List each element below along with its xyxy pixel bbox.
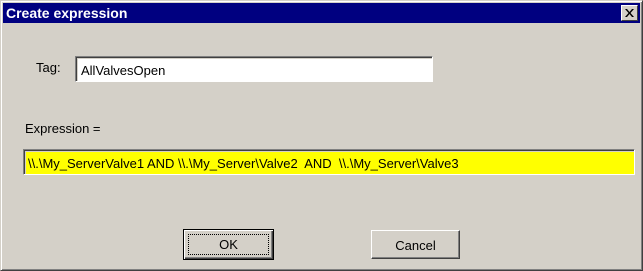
create-expression-dialog: Create expression Tag: Expression = OK C… [0,0,643,271]
tag-input[interactable] [78,59,432,81]
expression-input[interactable] [26,152,634,174]
ok-button[interactable]: OK [183,229,274,260]
tag-field-frame [75,56,433,82]
dialog-title: Create expression [6,5,128,21]
cancel-button[interactable]: Cancel [371,230,460,259]
close-button[interactable] [621,5,638,21]
title-bar[interactable]: Create expression [3,3,640,23]
expression-field-frame [23,149,635,175]
cancel-button-label: Cancel [395,238,436,253]
expression-label: Expression = [25,121,101,136]
close-x-icon [625,9,634,17]
ok-button-label: OK [219,237,238,252]
tag-label: Tag: [36,60,61,75]
